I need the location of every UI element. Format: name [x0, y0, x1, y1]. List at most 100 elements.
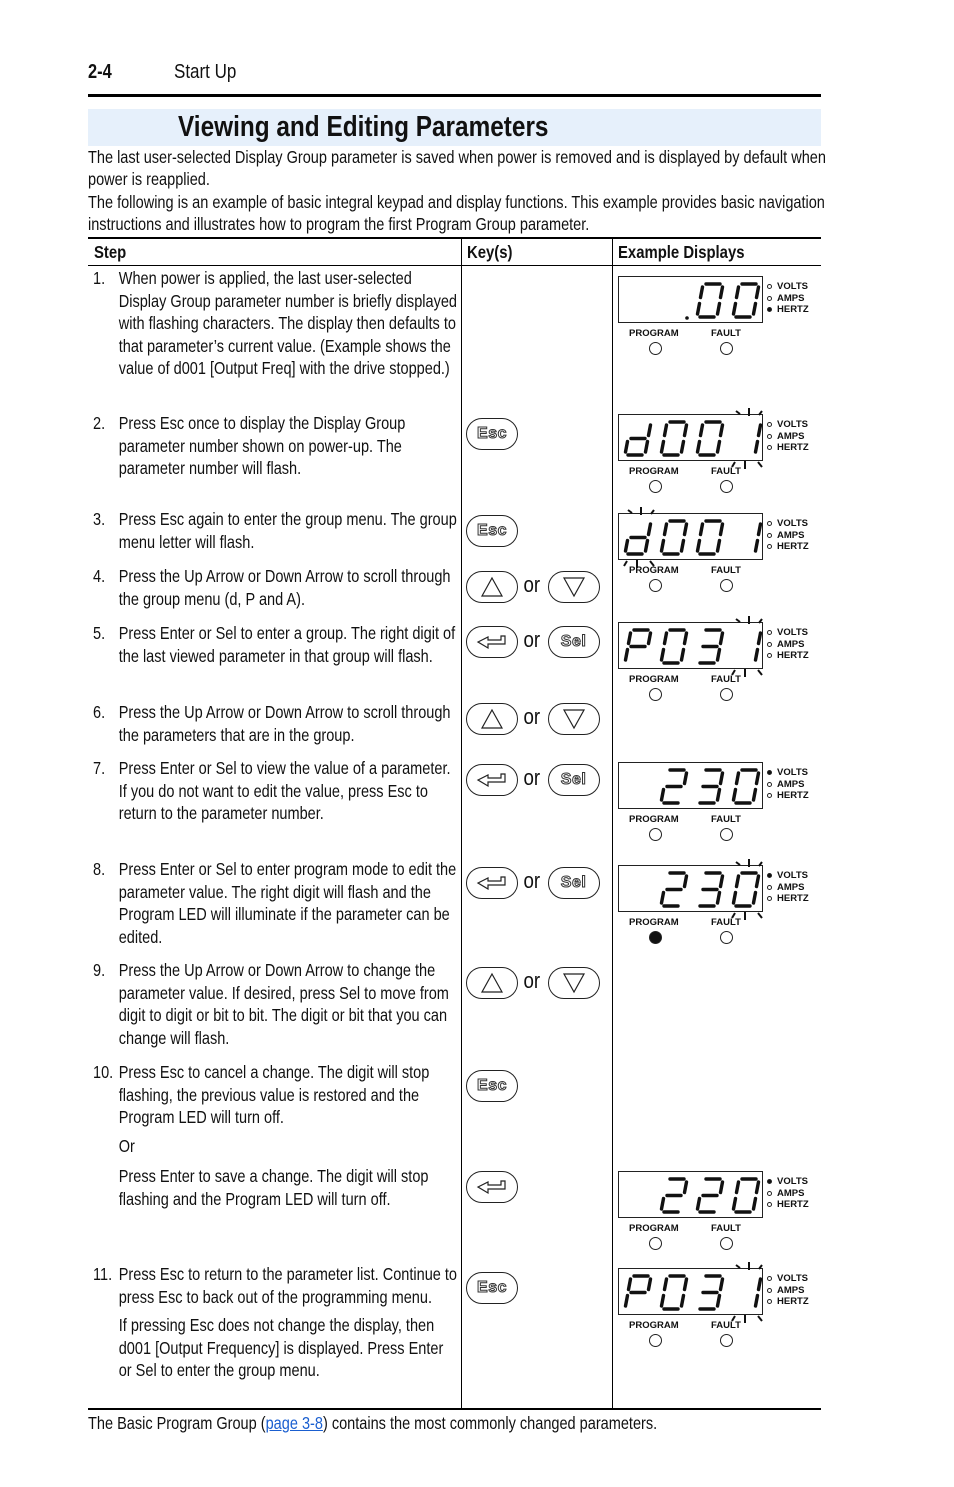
down-arrow-icon [562, 577, 585, 598]
digit-2 [659, 1177, 689, 1214]
esc-key[interactable]: Esc [466, 515, 518, 547]
step-text: Press Enter or Sel to enter a group. The… [118, 623, 456, 666]
down-arrow-icon [562, 973, 585, 994]
lcd-screen [618, 1171, 763, 1218]
step-text: Press Esc once to display the Display Gr… [118, 413, 406, 478]
fault-label: FAULT [711, 1223, 741, 1234]
step-text: Press Esc to cancel a change. The digit … [118, 1062, 430, 1127]
fault-led-icon [720, 828, 733, 841]
unit-led-icon [767, 781, 772, 787]
example-display: VOLTS AMPS HERTZ PROGRAM FAULT [618, 507, 828, 608]
unit-label: AMPS [777, 638, 805, 650]
unit-volts: VOLTS [767, 518, 809, 530]
or-label: or [523, 868, 541, 893]
unit-led-icon [767, 544, 772, 550]
step-item: 6. Press the Up Arrow or Down Arrow to sc… [93, 701, 458, 752]
step-number: 9. [93, 960, 106, 980]
unit-indicators: VOLTS AMPS HERTZ [767, 627, 809, 662]
up-key[interactable] [466, 703, 518, 735]
program-label: PROGRAM [629, 814, 679, 825]
enter-key[interactable] [466, 1171, 518, 1203]
digit-2 [659, 768, 689, 805]
down-key[interactable] [547, 703, 600, 735]
unit-led-icon [767, 445, 772, 451]
digit-3 [698, 628, 725, 665]
unit-led-icon [767, 307, 772, 313]
unit-label: AMPS [777, 430, 805, 442]
fault-led-icon [720, 931, 733, 944]
fault-led-icon [720, 342, 733, 355]
table-bottom-rule [88, 1408, 821, 1410]
digit-0 [659, 1274, 689, 1311]
esc-key-label: Esc [477, 425, 507, 443]
up-key[interactable] [466, 967, 518, 999]
step-number: 5. [93, 623, 106, 643]
unit-label: VOLTS [777, 1176, 808, 1187]
unit-label: VOLTS [777, 281, 808, 292]
unit-indicators: VOLTS AMPS HERTZ [767, 1273, 809, 1308]
unit-label: HERTZ [777, 1296, 809, 1307]
unit-hertz: HERTZ [767, 1296, 809, 1308]
unit-volts: VOLTS [767, 1273, 809, 1285]
unit-hertz: HERTZ [767, 541, 809, 553]
step-number: 2. [93, 413, 106, 433]
digit-0 [731, 282, 761, 319]
unit-led-icon [767, 630, 772, 636]
unit-amps: AMPS [767, 779, 809, 791]
unit-amps: AMPS [767, 1285, 809, 1297]
program-label: PROGRAM [629, 466, 679, 477]
step-text: Press Esc to return to the parameter lis… [118, 1264, 458, 1307]
sel-key[interactable]: Sel [547, 626, 600, 658]
or-label: or [523, 765, 541, 790]
digit-0 [695, 420, 725, 457]
decimal-point [685, 316, 689, 320]
unit-led-icon [767, 1287, 772, 1293]
step-item: 4. Press the Up Arrow or Down Arrow to sc… [93, 565, 458, 616]
unit-hertz: HERTZ [767, 893, 809, 905]
unit-led-icon [767, 1190, 772, 1196]
step-text: Or [118, 1135, 135, 1156]
up-arrow-icon [480, 708, 504, 729]
down-key[interactable] [547, 571, 600, 603]
fault-led-icon [720, 579, 733, 592]
up-key[interactable] [466, 571, 518, 603]
enter-arrow-icon [476, 773, 506, 788]
unit-led-icon [767, 641, 772, 647]
unit-amps: AMPS [767, 293, 809, 305]
step-number: 8. [93, 859, 106, 879]
step-text: Press the Up Arrow or Down Arrow to scro… [118, 566, 451, 609]
down-arrow-icon [562, 709, 585, 730]
digit-0 [659, 628, 689, 665]
page-link[interactable]: page 3-8 [266, 1413, 323, 1433]
program-led-icon [649, 480, 662, 493]
enter-key[interactable] [466, 764, 518, 796]
sel-key[interactable]: Sel [547, 867, 600, 899]
page-number: 2-4 [88, 61, 112, 83]
key-group: or [466, 702, 600, 736]
program-label: PROGRAM [629, 565, 679, 576]
digit-0 [659, 420, 689, 457]
esc-key[interactable]: Esc [466, 1272, 518, 1304]
step-number: 6. [93, 702, 106, 722]
unit-amps: AMPS [767, 431, 809, 443]
up-arrow-icon [480, 972, 504, 993]
lcd-screen [618, 762, 763, 809]
step-text: When power is applied, the last user-sel… [118, 268, 457, 378]
intro-paragraph-2: The following is an example of basic int… [88, 192, 825, 234]
digit-d [623, 423, 653, 457]
unit-led-icon [767, 532, 772, 538]
unit-led-icon [767, 295, 772, 301]
enter-key[interactable] [466, 626, 518, 658]
example-display: VOLTS AMPS HERTZ PROGRAM FAULT [618, 859, 828, 960]
step-item: 11. Press Esc to return to the parameter … [93, 1263, 458, 1388]
down-key[interactable] [547, 967, 600, 999]
enter-key[interactable] [466, 867, 518, 899]
esc-key[interactable]: Esc [466, 418, 518, 450]
key-group: or Sel [466, 866, 600, 900]
sel-key[interactable]: Sel [547, 764, 600, 796]
esc-key[interactable]: Esc [466, 1070, 518, 1102]
unit-hertz: HERTZ [767, 650, 809, 662]
digit-0 [659, 519, 689, 556]
table-top-rule [88, 237, 821, 239]
step-number: 11. [93, 1264, 113, 1284]
